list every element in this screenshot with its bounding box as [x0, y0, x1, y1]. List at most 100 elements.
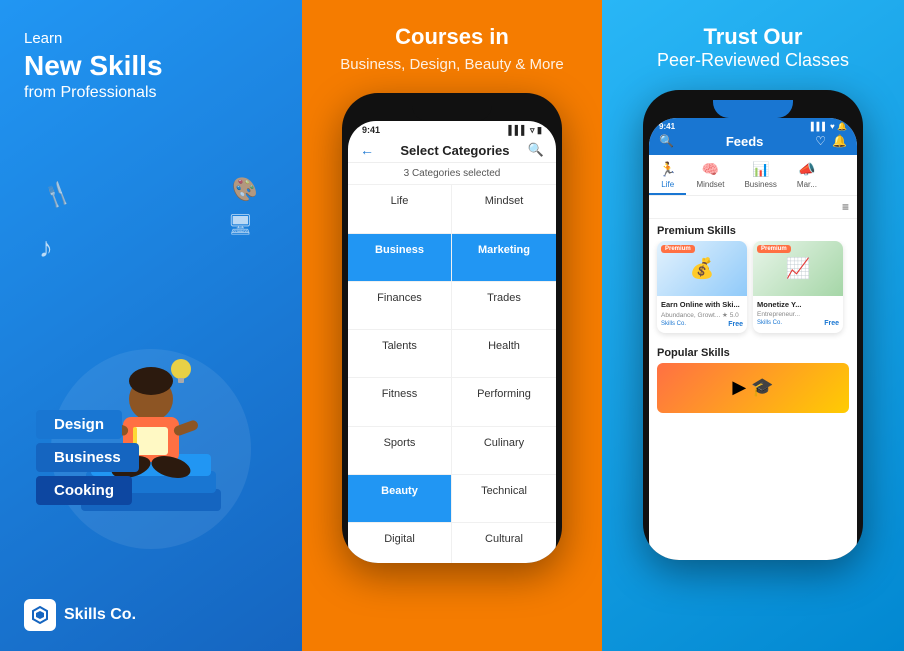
book-cooking: Cooking — [36, 476, 132, 505]
filter-bar: ≡ — [649, 196, 857, 219]
selected-info: 3 Categories selected — [348, 163, 556, 185]
card-footer-1: Skills Co. Free — [661, 321, 743, 328]
book-business: Business — [36, 443, 139, 472]
topbar-action-icons: ♡ 🔔 — [815, 134, 847, 148]
card-logo-1: Skills Co. — [661, 321, 686, 327]
card-title-1: Earn Online with Ski... — [661, 300, 743, 310]
phone-topbar: 9:41 ▌▌▌ ♥ 🔔 🔍 Feeds ♡ 🔔 — [649, 118, 857, 155]
panel2-title: Courses in — [395, 24, 509, 50]
panel1-title: Learn — [24, 30, 278, 47]
cat-life[interactable]: Life — [348, 185, 452, 233]
topbar-nav: 🔍 Feeds ♡ 🔔 — [659, 134, 847, 149]
phone-notch — [412, 103, 492, 121]
cat-finances[interactable]: Finances — [348, 282, 452, 330]
card-badge-1: Premium — [661, 245, 695, 253]
tab-mindset-label: Mindset — [696, 180, 724, 189]
premium-section-title: Premium Skills — [649, 219, 857, 241]
panel1-sub: from Professionals — [24, 84, 278, 102]
topbar-indicators: ▌▌▌ ♥ 🔔 — [811, 122, 847, 131]
tab-mar[interactable]: 📣 Mar... — [787, 155, 827, 195]
heart-icon[interactable]: ♡ — [815, 134, 826, 148]
cat-trades[interactable]: Trades — [452, 282, 556, 330]
cat-cultural[interactable]: Cultural — [452, 523, 556, 563]
card-footer-2: Skills Co. Free — [757, 320, 839, 327]
card-body-1: Earn Online with Ski... Abundance, Growt… — [657, 296, 747, 333]
monitor-icon: 🖥 — [228, 212, 253, 237]
tab-business-label: Business — [744, 180, 776, 189]
back-icon[interactable]: ← — [360, 142, 374, 158]
books-area: Design Business Cooking — [24, 410, 278, 509]
tab-mar-label: Mar... — [797, 180, 817, 189]
cat-digital[interactable]: Digital — [348, 523, 452, 563]
cat-performing[interactable]: Performing — [452, 378, 556, 426]
cat-marketing[interactable]: Marketing — [452, 234, 556, 282]
logo-text: Skills Co. — [64, 606, 136, 624]
cat-technical[interactable]: Technical — [452, 475, 556, 523]
cat-beauty[interactable]: Beauty — [348, 475, 452, 523]
card-monetize[interactable]: Premium 📈 Monetize Y... Entrepreneur... … — [753, 241, 843, 333]
panel-trust: Trust Our Peer-Reviewed Classes 9:41 ▌▌▌… — [602, 0, 904, 651]
tab-mindset[interactable]: 🧠 Mindset — [686, 155, 734, 195]
card-logo-2: Skills Co. — [757, 320, 782, 326]
phone-notch-3 — [713, 100, 793, 118]
card-sub-2: Entrepreneur... — [757, 311, 839, 318]
popular-thumb[interactable]: ▶ 🎓 — [657, 363, 849, 413]
logo-icon — [24, 599, 56, 631]
card-title-2: Monetize Y... — [757, 300, 839, 310]
card-body-2: Monetize Y... Entrepreneur... Skills Co.… — [753, 296, 843, 332]
cat-health[interactable]: Health — [452, 330, 556, 378]
mindset-tab-icon: 🧠 — [702, 161, 719, 178]
brush-icon: 🎨 — [228, 174, 261, 206]
phone-screen: 9:41 ▌▌▌ ▿ ▮ ← Select Categories 🔍 3 Cat… — [348, 121, 556, 563]
card-price-1: Free — [728, 321, 743, 328]
life-tab-icon: 🏃 — [659, 161, 676, 178]
panel3-subtitle: Peer-Reviewed Classes — [657, 50, 849, 72]
logo: Skills Co. — [24, 589, 278, 631]
cat-sports[interactable]: Sports — [348, 427, 452, 475]
topbar-status: 9:41 ▌▌▌ ♥ 🔔 — [659, 122, 847, 131]
mar-tab-icon: 📣 — [798, 161, 815, 178]
card-badge-2: Premium — [757, 245, 791, 253]
panel3-title: Trust Our — [703, 24, 802, 50]
card-price-2: Free — [824, 320, 839, 327]
tab-life[interactable]: 🏃 Life — [649, 155, 686, 195]
phone-mockup-feeds: 9:41 ▌▌▌ ♥ 🔔 🔍 Feeds ♡ 🔔 🏃 Life — [643, 90, 863, 560]
cat-mindset[interactable]: Mindset — [452, 185, 556, 233]
cat-fitness[interactable]: Fitness — [348, 378, 452, 426]
status-time: 9:41 — [362, 125, 380, 136]
popular-section-title: Popular Skills — [649, 341, 857, 363]
popular-row: ▶ 🎓 — [649, 363, 857, 413]
panel-learn: Learn New Skills from Professionals 🍴 🎨 … — [0, 0, 302, 651]
nav-title: Select Categories — [382, 143, 528, 158]
cat-culinary[interactable]: Culinary — [452, 427, 556, 475]
panel-courses: Courses in Business, Design, Beauty & Mo… — [302, 0, 602, 651]
category-grid: Life Mindset Business Marketing Finances… — [348, 185, 556, 563]
tab-business[interactable]: 📊 Business — [734, 155, 786, 195]
card-sub-1: Abundance, Growt... ★ 5.0 — [661, 311, 743, 319]
business-tab-icon: 📊 — [752, 161, 769, 178]
premium-cards: Premium 💰 Earn Online with Ski... Abunda… — [649, 241, 857, 341]
search-icon[interactable]: 🔍 — [528, 142, 544, 158]
tab-life-label: Life — [661, 180, 674, 189]
topbar-time: 9:41 — [659, 122, 675, 131]
panel2-subtitle: Business, Design, Beauty & More — [340, 54, 563, 75]
cat-talents[interactable]: Talents — [348, 330, 452, 378]
card-thumb-1: Premium 💰 — [657, 241, 747, 296]
filter-icon[interactable]: ≡ — [842, 200, 849, 214]
phone-nav: ← Select Categories 🔍 — [348, 138, 556, 163]
card-earn-online[interactable]: Premium 💰 Earn Online with Ski... Abunda… — [657, 241, 747, 333]
panel1-headline: New Skills — [24, 51, 278, 82]
music-icon: ♪ — [39, 232, 53, 264]
topbar-search-icon[interactable]: 🔍 — [659, 134, 674, 148]
bell-icon[interactable]: 🔔 — [832, 134, 847, 148]
card-thumb-2: Premium 📈 — [753, 241, 843, 296]
phone-mockup-categories: 9:41 ▌▌▌ ▿ ▮ ← Select Categories 🔍 3 Cat… — [342, 93, 562, 563]
illustration-area: 🍴 🎨 ♪ 🖥 — [24, 102, 278, 589]
book-design: Design — [36, 410, 122, 439]
status-bar: 9:41 ▌▌▌ ▿ ▮ — [348, 121, 556, 138]
phone-screen-3: 9:41 ▌▌▌ ♥ 🔔 🔍 Feeds ♡ 🔔 🏃 Life — [649, 118, 857, 560]
fork-icon: 🍴 — [40, 178, 75, 212]
status-indicators: ▌▌▌ ▿ ▮ — [508, 125, 542, 136]
topbar-title: Feeds — [726, 134, 764, 149]
cat-business[interactable]: Business — [348, 234, 452, 282]
